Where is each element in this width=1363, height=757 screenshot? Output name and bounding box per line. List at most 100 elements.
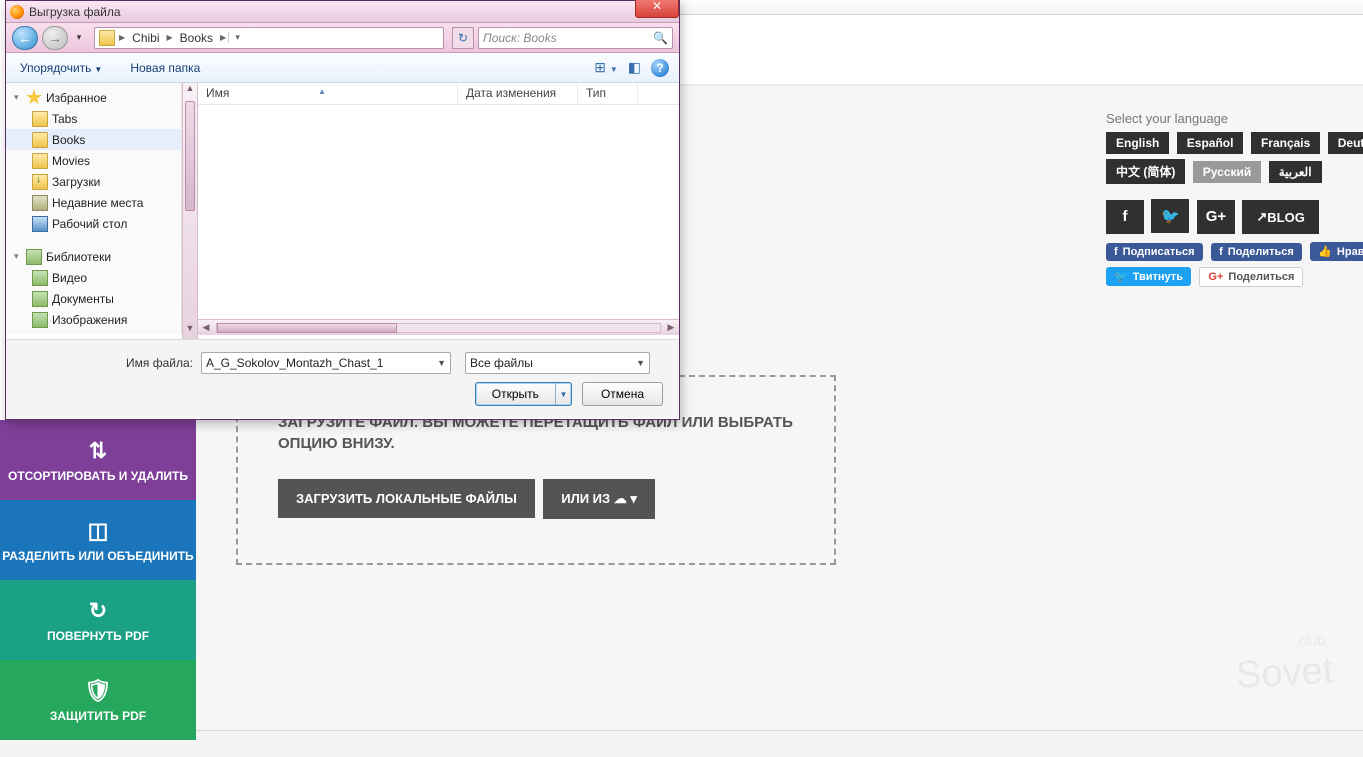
fb-share-button[interactable]: fПоделиться xyxy=(1211,243,1302,261)
browser-tab-strip xyxy=(680,0,1363,15)
lang-chinese[interactable]: 中文 (简体) xyxy=(1106,159,1185,184)
tree-downloads[interactable]: Загрузки xyxy=(6,171,181,192)
help-button[interactable]: ? xyxy=(651,59,669,77)
fb-like-button[interactable]: 👍Нравится xyxy=(1310,242,1363,261)
tree-images[interactable]: Изображения xyxy=(6,309,181,330)
lang-deutsch[interactable]: Deutsch xyxy=(1328,132,1363,154)
preview-pane-button[interactable]: ◧ xyxy=(628,59,641,76)
upload-local-button[interactable]: ЗАГРУЗИТЬ ЛОКАЛЬНЫЕ ФАЙЛЫ xyxy=(278,479,535,518)
nav-history-dropdown[interactable]: ▾ xyxy=(72,26,86,50)
h-scroll-thumb[interactable] xyxy=(217,323,397,333)
scroll-thumb[interactable] xyxy=(185,101,195,211)
filename-field[interactable]: A_G_Sokolov_Montazh_Chast_1 ▼ xyxy=(201,352,451,374)
language-row-1: English Español Français Deutsch xyxy=(1106,132,1363,159)
dialog-toolbar: Упорядочить▼ Новая папка ⊞ ▼ ◧ ? xyxy=(6,53,679,83)
desktop-icon xyxy=(32,216,48,232)
view-mode-button[interactable]: ⊞ ▼ xyxy=(594,59,618,76)
gplus-share-button[interactable]: G+Поделиться xyxy=(1199,267,1303,287)
facebook-icon[interactable]: f xyxy=(1106,200,1144,234)
lang-english[interactable]: English xyxy=(1106,132,1169,154)
organize-menu[interactable]: Упорядочить▼ xyxy=(16,58,106,78)
tree-tabs[interactable]: Tabs xyxy=(6,108,181,129)
col-date[interactable]: Дата изменения xyxy=(458,83,578,104)
footer-bar xyxy=(0,730,1363,757)
breadcrumb-books[interactable]: Books xyxy=(175,31,218,45)
address-bar[interactable]: ▶ Chibi ▶ Books ▶ ▾ xyxy=(94,27,444,49)
tree-movies[interactable]: Movies xyxy=(6,150,181,171)
lang-russian[interactable]: Русский xyxy=(1193,161,1262,183)
upload-cloud-button[interactable]: ИЛИ ИЗ ☁ ▾ xyxy=(543,479,655,519)
file-type-filter[interactable]: Все файлы ▼ xyxy=(465,352,650,374)
list-body-empty[interactable] xyxy=(198,105,679,319)
filename-label: Имя файла: xyxy=(6,356,201,370)
social-pills: fПодписаться fПоделиться 👍Нравится 🐦Твит… xyxy=(1106,242,1363,293)
chevron-down-icon[interactable]: ▼ xyxy=(433,358,446,368)
search-placeholder: Поиск: Books xyxy=(483,31,557,45)
address-dropdown[interactable]: ▾ xyxy=(228,32,246,43)
tree-libraries[interactable]: ▾ Библиотеки xyxy=(6,246,181,267)
scroll-down-icon[interactable]: ▼ xyxy=(183,323,197,339)
lang-francais[interactable]: Français xyxy=(1251,132,1320,154)
chevron-right-icon: ▶ xyxy=(218,33,228,42)
folder-icon xyxy=(32,153,48,169)
refresh-button[interactable]: ↻ xyxy=(452,27,474,49)
dialog-close-button[interactable]: ✕ xyxy=(635,0,679,18)
star-icon xyxy=(26,90,42,106)
language-row-2: 中文 (简体) Русский العربية xyxy=(1106,159,1363,189)
tree-favorites[interactable]: ▾ Избранное xyxy=(6,87,181,108)
firefox-icon xyxy=(10,5,24,19)
sort-icon: ⇅ xyxy=(89,438,107,464)
blog-button[interactable]: ↗ BLOG xyxy=(1242,200,1318,234)
cancel-button[interactable]: Отмена xyxy=(582,382,663,406)
sidebar-label: ПОВЕРНУТЬ PDF xyxy=(47,629,149,643)
open-split-dropdown[interactable]: ▼ xyxy=(555,383,571,405)
dialog-title: Выгрузка файла xyxy=(29,5,121,19)
tree-video[interactable]: Видео xyxy=(6,267,181,288)
browser-toolbar xyxy=(680,15,1363,85)
nav-forward-button[interactable]: → xyxy=(42,26,68,50)
breadcrumb-chibi[interactable]: Chibi xyxy=(127,31,164,45)
folder-tree: ▾ Избранное Tabs Books Movies Загрузки xyxy=(6,83,182,334)
sidebar-item-split-merge[interactable]: ◫ РАЗДЕЛИТЬ ИЛИ ОБЪЕДИНИТЬ xyxy=(0,500,196,580)
scroll-up-icon[interactable]: ▲ xyxy=(183,83,197,99)
col-type[interactable]: Тип xyxy=(578,83,638,104)
search-input[interactable]: Поиск: Books 🔍 xyxy=(478,27,673,49)
twitter-icon[interactable]: 🐦 xyxy=(1151,199,1189,233)
fb-subscribe-button[interactable]: fПодписаться xyxy=(1106,243,1203,261)
sidebar-label: ЗАЩИТИТЬ PDF xyxy=(50,709,146,723)
right-column: Select your language English Español Fra… xyxy=(1106,111,1363,293)
collapse-icon[interactable]: ▾ xyxy=(14,92,26,103)
tree-scrollbar[interactable]: ▲ ▼ xyxy=(182,83,198,339)
search-icon: 🔍 xyxy=(653,31,668,45)
new-folder-button[interactable]: Новая папка xyxy=(126,58,204,78)
list-h-scrollbar[interactable]: ◀ ▶ xyxy=(198,319,679,335)
googleplus-icon[interactable]: G+ xyxy=(1197,200,1235,234)
tweet-button[interactable]: 🐦Твитнуть xyxy=(1106,267,1191,286)
file-upload-dialog: Выгрузка файла ✕ ← → ▾ ▶ Chibi ▶ Books ▶… xyxy=(5,0,680,420)
folder-icon xyxy=(32,111,48,127)
sidebar-item-rotate[interactable]: ↻ ПОВЕРНУТЬ PDF xyxy=(0,580,196,660)
open-button[interactable]: Открыть ▼ xyxy=(475,382,572,406)
shield-icon: 🛡 xyxy=(84,678,112,704)
chevron-down-icon[interactable]: ▼ xyxy=(632,358,645,368)
scroll-left-icon[interactable]: ◀ xyxy=(198,322,214,333)
folder-icon xyxy=(99,30,115,46)
dialog-titlebar[interactable]: Выгрузка файла ✕ xyxy=(6,1,679,23)
tree-books[interactable]: Books xyxy=(6,129,181,150)
tree-desktop[interactable]: Рабочий стол xyxy=(6,213,181,234)
nav-back-button[interactable]: ← xyxy=(12,26,38,50)
recent-icon xyxy=(32,195,48,211)
lang-espanol[interactable]: Español xyxy=(1177,132,1244,154)
dialog-bottom: Имя файла: A_G_Sokolov_Montazh_Chast_1 ▼… xyxy=(6,339,679,418)
folder-icon xyxy=(32,132,48,148)
collapse-icon[interactable]: ▾ xyxy=(14,251,26,262)
scroll-right-icon[interactable]: ▶ xyxy=(663,322,679,333)
col-name[interactable]: Имя ▲ xyxy=(198,83,458,104)
lang-arabic[interactable]: العربية xyxy=(1269,161,1322,183)
downloads-icon xyxy=(32,174,48,190)
sidebar-item-protect[interactable]: 🛡 ЗАЩИТИТЬ PDF xyxy=(0,660,196,740)
file-list: Имя ▲ Дата изменения Тип ◀ ▶ xyxy=(198,83,679,339)
sidebar-item-sort-delete[interactable]: ⇅ ОТСОРТИРОВАТЬ И УДАЛИТЬ xyxy=(0,420,196,500)
tree-recent[interactable]: Недавние места xyxy=(6,192,181,213)
tree-documents[interactable]: Документы xyxy=(6,288,181,309)
